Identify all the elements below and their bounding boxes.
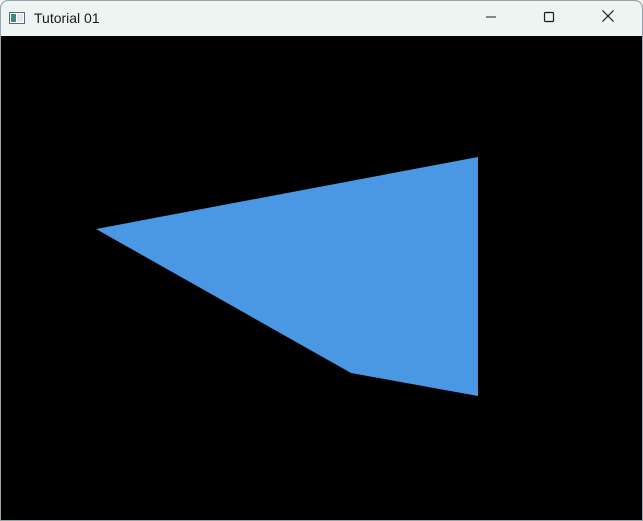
window-title: Tutorial 01	[34, 10, 100, 26]
app-window: Tutorial 01	[0, 0, 643, 521]
rendered-quadrilateral	[96, 157, 478, 396]
render-surface	[96, 157, 478, 396]
close-icon	[601, 9, 615, 28]
minimize-button[interactable]	[462, 1, 520, 36]
render-canvas[interactable]	[1, 36, 642, 520]
minimize-icon	[485, 10, 497, 28]
maximize-button[interactable]	[520, 1, 578, 36]
window-app-icon	[9, 11, 25, 24]
title-bar[interactable]: Tutorial 01	[1, 1, 642, 36]
maximize-icon	[543, 10, 555, 28]
close-button[interactable]	[579, 1, 637, 36]
